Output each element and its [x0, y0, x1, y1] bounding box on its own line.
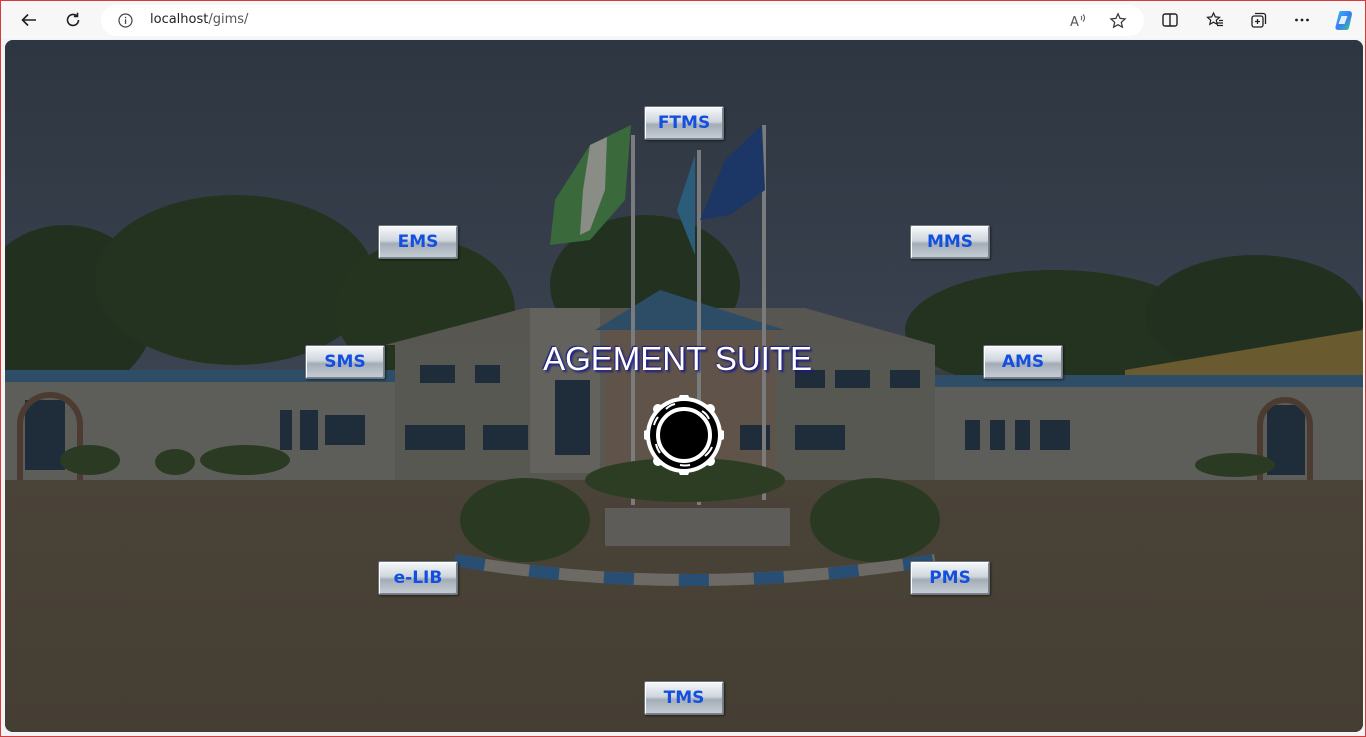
elib-module-button[interactable]: e-LIB [378, 561, 458, 595]
more-icon[interactable] [1287, 6, 1317, 34]
favorites-icon[interactable] [1200, 6, 1230, 34]
refresh-icon[interactable] [58, 6, 88, 34]
pms-module-button[interactable]: PMS [910, 561, 990, 595]
url-text[interactable]: localhost/gims/ [150, 12, 248, 27]
split-screen-icon[interactable] [1155, 6, 1185, 34]
address-bar[interactable]: localhost/gims/ A [101, 5, 1144, 36]
url-path: /gims/ [208, 12, 249, 27]
info-icon[interactable] [118, 13, 133, 28]
suite-title: AGEMENT SUITE [540, 338, 830, 380]
ems-module-button[interactable]: EMS [378, 225, 458, 259]
suite-title-text: AGEMENT SUITE [543, 340, 812, 377]
campus-background-image [5, 40, 1363, 732]
svg-text:A: A [1070, 15, 1079, 30]
browser-toolbar: localhost/gims/ A [1, 1, 1365, 39]
star-icon[interactable] [1108, 11, 1128, 31]
ftms-module-button[interactable]: FTMS [644, 106, 724, 140]
tms-module-button[interactable]: TMS [644, 681, 724, 715]
collections-icon[interactable] [1244, 6, 1274, 34]
back-arrow-icon[interactable] [14, 6, 44, 34]
sms-module-button[interactable]: SMS [305, 345, 385, 379]
url-host: localhost [150, 12, 209, 27]
read-aloud-icon[interactable]: A [1068, 11, 1088, 31]
page-viewport: AGEMENT SUITE FTMS EMS MMS SMS AMS e-LIB… [5, 40, 1363, 732]
copilot-icon[interactable] [1329, 6, 1359, 34]
spinner-icon [644, 395, 724, 475]
ams-module-button[interactable]: AMS [983, 345, 1063, 379]
mms-module-button[interactable]: MMS [910, 225, 990, 259]
